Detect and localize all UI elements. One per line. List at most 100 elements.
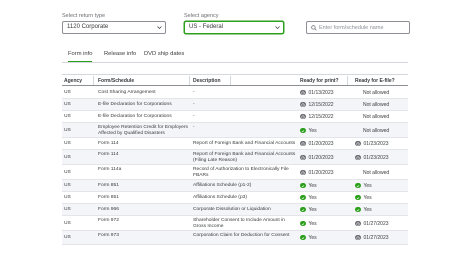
clock-icon (355, 234, 361, 241)
cell-description: Shareholder Consent to Include Amount in… (193, 218, 285, 229)
cell-description: - (193, 102, 195, 107)
cell-agency: US (64, 195, 71, 200)
print-status: 01/13/2023 (308, 89, 334, 96)
cell-form-schedule: Form 851 (98, 195, 119, 200)
cell-description: Corporation Claim for Deduction for Cons… (193, 233, 290, 238)
return-type-select[interactable]: 1120 Corporate (62, 21, 166, 34)
cell-agency: US (64, 141, 71, 146)
cell-ready-for-efile: 01/27/2023 (355, 221, 389, 227)
check-circle-icon (300, 194, 306, 201)
tab-release-info[interactable]: Release info (104, 49, 136, 63)
cell-agency: US (64, 221, 71, 226)
cell-description: Report of Foreign Bank and Financial Acc… (193, 141, 296, 146)
print-status: Yes (308, 234, 317, 241)
check-circle-icon (300, 234, 306, 241)
print-status: 01/20/2023 (308, 169, 334, 176)
print-status: Yes (308, 127, 317, 134)
table-row: US Form 972 Shareholder Consent to Include… (62, 216, 408, 231)
form-search-box[interactable] (306, 21, 410, 34)
cell-agency: US (64, 128, 71, 133)
print-status: Yes (308, 220, 317, 227)
efile-status: Yes (363, 182, 372, 189)
cell-agency: US (64, 235, 71, 240)
cell-form-schedule: Form 114a (98, 167, 122, 172)
check-circle-icon (355, 182, 361, 189)
cell-description: Corporate Dissolution or Liquidation (193, 207, 271, 212)
check-circle-icon (300, 127, 306, 134)
cell-ready-for-print: 01/20/2023 (300, 155, 334, 161)
cell-ready-for-efile: Yes (355, 195, 372, 201)
search-input[interactable] (319, 23, 407, 33)
table-row: US E-file Declaration for Corporations - 12… (62, 111, 408, 123)
header-description[interactable]: Description (193, 78, 221, 84)
cell-description: Report of Foreign Bank and Financial Acc… (193, 152, 296, 163)
search-icon (311, 25, 317, 31)
cell-form-schedule: Form 966 (98, 207, 119, 212)
agency-select[interactable]: US - Federal (184, 21, 284, 34)
cell-agency: US (64, 207, 71, 212)
header-ready-for-print[interactable]: Ready for print? (300, 78, 339, 84)
clock-icon (300, 154, 306, 161)
cell-form-schedule: Form 114 (98, 152, 119, 157)
efile-status: Not allowed (363, 127, 390, 134)
cell-ready-for-print: 12/15/2022 (300, 114, 334, 120)
tabs-divider (62, 62, 408, 63)
cell-ready-for-efile: Not allowed (363, 128, 389, 134)
cell-form-schedule: E-file Declaration for Corporations (98, 114, 172, 119)
cell-agency: US (64, 102, 71, 107)
clock-icon (300, 169, 306, 176)
check-circle-icon (355, 206, 361, 213)
cell-form-schedule: Form 114 (98, 141, 119, 146)
clock-icon (300, 113, 306, 120)
tab-form-info[interactable]: Form info (68, 49, 93, 63)
table-row: US Form 114a Record of Authorization to El… (62, 165, 408, 180)
table-row: US Form 114 Report of Foreign Bank and Fin… (62, 138, 408, 150)
column-divider (189, 76, 190, 85)
print-status: 12/15/2022 (308, 101, 334, 108)
cell-ready-for-print: 12/15/2022 (300, 102, 334, 108)
cell-description: Affiliations Schedule (p1-2) (193, 183, 252, 188)
cell-ready-for-efile: 01/27/2023 (355, 235, 389, 241)
cell-ready-for-print: 01/13/2023 (300, 90, 334, 96)
cell-ready-for-print: 01/20/2023 (300, 170, 334, 176)
check-circle-icon (300, 206, 306, 213)
efile-status: Not allowed (363, 101, 390, 108)
table-row: US Cost Sharing Arrangement - 01/13/2023 Not… (62, 87, 408, 99)
cell-description: Record of Authorization to Electronicall… (193, 167, 289, 178)
table-row: US Form 851 Affiliations Schedule (p1-2) Ye… (62, 180, 408, 192)
cell-description: Affiliations Schedule (p3) (193, 195, 248, 200)
clock-icon (300, 89, 306, 96)
header-form-schedule[interactable]: Form/Schedule (98, 78, 134, 84)
agency-label: Select agency (184, 13, 219, 19)
check-circle-icon (355, 194, 361, 201)
cell-form-schedule: Form 973 (98, 233, 119, 238)
check-circle-icon (300, 220, 306, 227)
cell-ready-for-efile: Not allowed (363, 90, 389, 96)
cell-ready-for-print: Yes (300, 128, 317, 134)
table-row: US Form 114 Report of Foreign Bank and Fin… (62, 150, 408, 165)
cell-description: - (193, 125, 195, 130)
header-agency[interactable]: Agency (64, 78, 82, 84)
efile-status: 01/23/2023 (363, 140, 389, 147)
efile-status: Not allowed (363, 89, 390, 96)
check-circle-icon (300, 182, 306, 189)
table-row: US Form 851 Affiliations Schedule (p3) Yes Y… (62, 192, 408, 204)
column-divider (93, 76, 94, 85)
cell-ready-for-print: Yes (300, 235, 317, 241)
cell-ready-for-efile: Not allowed (363, 114, 389, 120)
table-row: US Employee Retention Credit for Employer… (62, 123, 408, 138)
print-status: Yes (308, 182, 317, 189)
chevron-down-icon (275, 26, 280, 29)
print-status: 01/20/2023 (308, 140, 334, 147)
header-ready-for-efile[interactable]: Ready for E-file? (355, 78, 395, 84)
cell-agency: US (64, 155, 71, 160)
cell-ready-for-efile: 01/23/2023 (355, 141, 389, 147)
cell-form-schedule: E-file Declaration for Corporations (98, 102, 172, 107)
cell-ready-for-print: 01/20/2023 (300, 141, 334, 147)
clock-icon (355, 220, 361, 227)
cell-form-schedule: Employee Retention Credit for Employers … (98, 125, 188, 136)
print-status: Yes (308, 194, 317, 201)
print-status: Yes (308, 206, 317, 213)
tab-dvd-ship-dates[interactable]: DVD ship dates (144, 49, 184, 63)
cell-ready-for-print: Yes (300, 221, 317, 227)
